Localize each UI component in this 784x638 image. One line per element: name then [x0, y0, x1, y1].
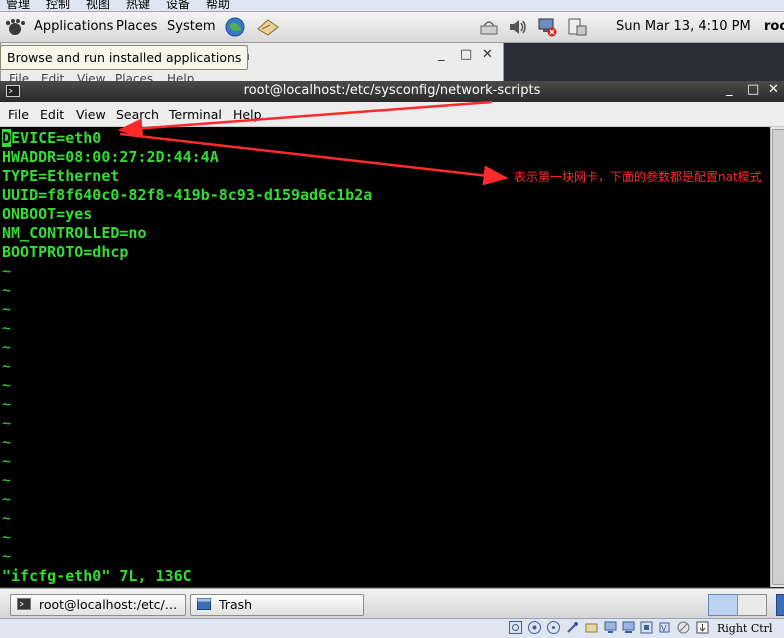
workspace-2[interactable] [737, 594, 767, 616]
mouse-integration-icon[interactable] [677, 621, 690, 634]
shared-folders-icon[interactable] [585, 621, 598, 634]
arrow-to-annotation [119, 132, 509, 186]
bottom-taskbar: root@localhost:/etc/… Trash [0, 588, 784, 619]
network-adapter-icon[interactable] [622, 621, 635, 634]
vbox-status-bar: V Right Ctrl [0, 618, 784, 638]
recording-icon[interactable] [640, 621, 653, 634]
cpu-icon[interactable]: V [658, 621, 671, 634]
taskbar-trash-button[interactable]: Trash [190, 594, 364, 616]
arrow-to-device-line [117, 100, 493, 139]
svg-text:V: V [661, 624, 667, 633]
trash-task-icon [197, 598, 211, 610]
annotation-arrows [117, 100, 509, 186]
workspace-1[interactable] [708, 594, 738, 616]
keyboard-capture-icon[interactable] [696, 621, 709, 634]
trash-applet-icon[interactable] [776, 594, 784, 616]
floppy-drive-icon[interactable] [547, 621, 560, 634]
usb-icon[interactable] [566, 621, 579, 634]
host-key-label: Right Ctrl [717, 622, 773, 635]
optical-drive-icon[interactable] [528, 621, 541, 634]
taskbar-terminal-button[interactable]: root@localhost:/etc/… [10, 594, 186, 616]
annotation-text: 表示第一块网卡，下面的参数都是配置nat模式 [514, 170, 762, 184]
taskbar-terminal-label: root@localhost:/etc/… [39, 597, 178, 612]
hard-disk-icon[interactable] [509, 621, 522, 634]
taskbar-trash-label: Trash [219, 597, 253, 612]
terminal-task-icon [17, 598, 31, 610]
display-icon[interactable] [604, 621, 617, 634]
